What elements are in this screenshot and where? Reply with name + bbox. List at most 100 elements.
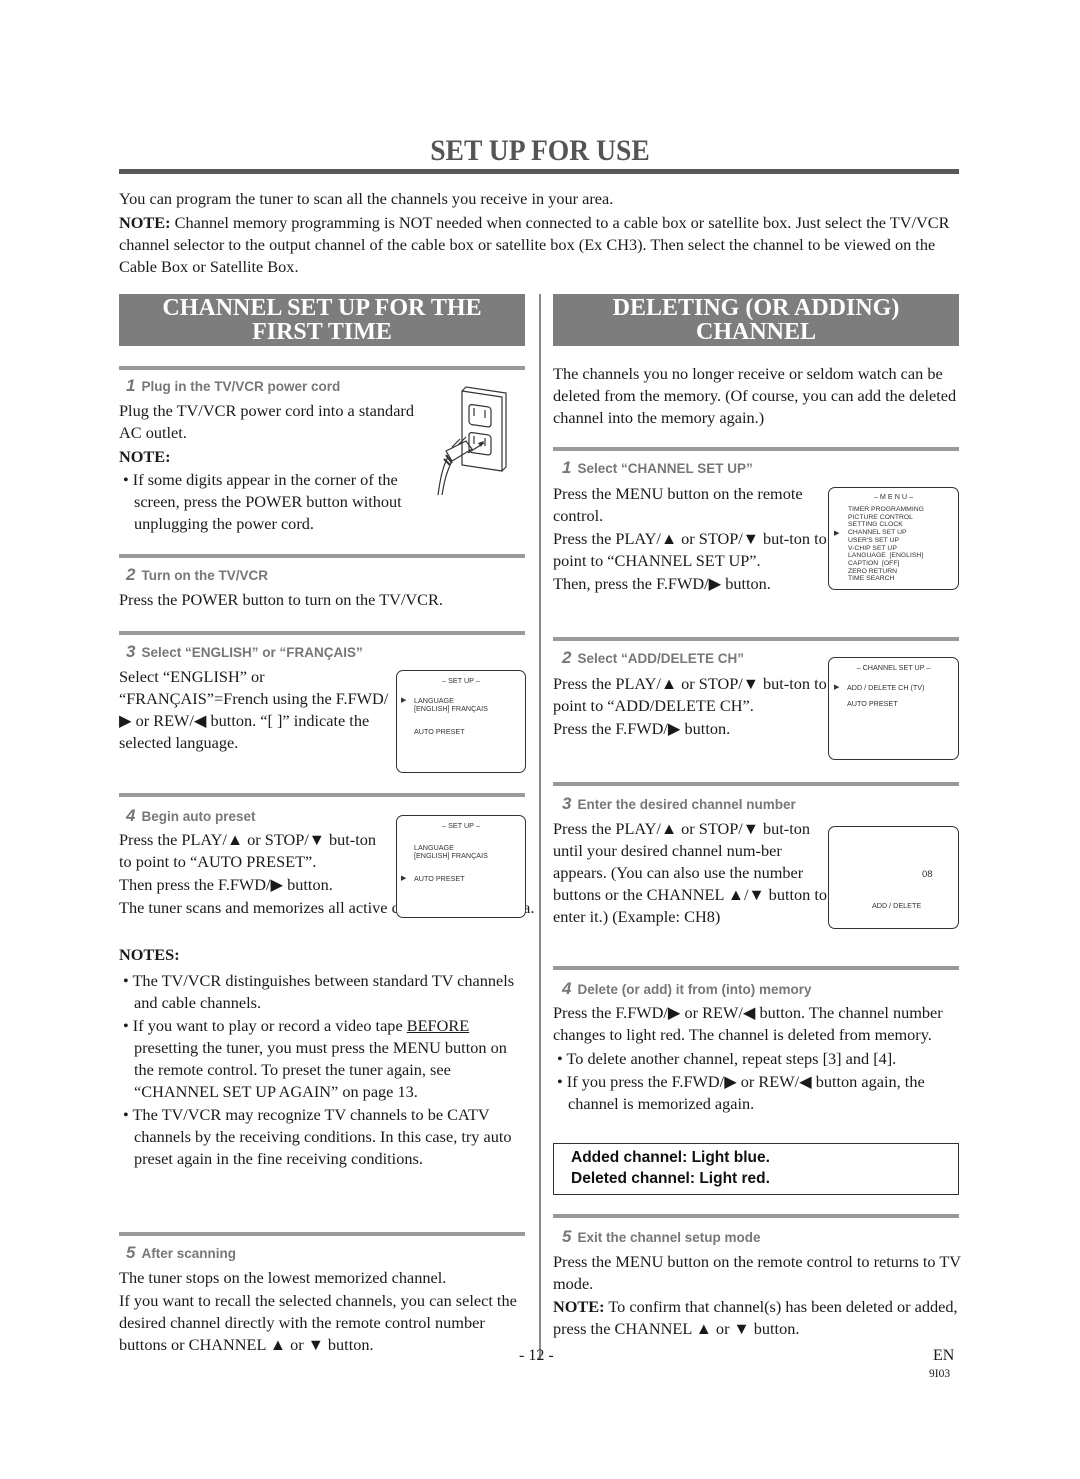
step-number: 5 [126, 1243, 136, 1262]
header-line-2: CHANNEL [695, 319, 816, 345]
menu-item: TIMER PROGRAMMING [848, 506, 924, 513]
step-title: Plug in the TV/VCR power cord [141, 379, 341, 394]
menu-item-auto-preset: AUTO PRESET [414, 727, 465, 736]
menu-item-auto-preset: AUTO PRESET [414, 874, 465, 883]
right-step2-heading: 2 Select “ADD/DELETE CH” [562, 648, 744, 668]
menu-item: V-CHIP SET UP [848, 544, 897, 552]
left-step4-body: Press the PLAY/▲ or STOP/▼ but-ton to po… [119, 829, 534, 920]
header-line-2: FIRST TIME [252, 319, 392, 345]
bullet-1: • To delete another channel, repeat step… [557, 1049, 897, 1068]
note-text-post: presetting the tuner, you must press the… [134, 1038, 507, 1101]
step-divider [553, 447, 959, 451]
cursor-icon: ▶ [834, 530, 840, 537]
cursor-icon: ▶ [401, 697, 407, 704]
right-step1-body: Press the MENU button on the remote cont… [553, 483, 828, 596]
left-step5-body: The tuner stops on the lowest memorized … [119, 1267, 531, 1357]
menu-item: SETTING CLOCK [848, 521, 903, 529]
step-title: Delete (or add) it from (into) memory [577, 982, 812, 997]
note-bullet-2: • If you want to play or record a video … [123, 1016, 507, 1101]
channel-number: 08 [922, 869, 933, 880]
section-header-deleting-channel: DELETING (OR ADDING) CHANNEL [553, 294, 959, 346]
right-step2-body: Press the PLAY/▲ or STOP/▼ but-ton to po… [553, 673, 828, 741]
step-divider [119, 554, 525, 558]
left-notes: NOTES: • The TV/VCR distinguishes betwee… [119, 944, 529, 1171]
step-divider [119, 631, 525, 635]
menu-item-auto-preset: AUTO PRESET [847, 699, 898, 708]
step-text: Press the PLAY/▲ or STOP/▼ but-ton until… [553, 819, 828, 926]
step-note: NOTE: To confirm that channel(s) has bee… [553, 1296, 963, 1340]
step-title: Select “ENGLISH” or “FRANÇAIS” [141, 645, 363, 660]
menu-item-language-value: [ENGLISH] FRANÇAIS [414, 851, 488, 860]
left-step1-body: Plug the TV/VCR power cord into a standa… [119, 400, 419, 536]
setup-screen-auto-preset: – SET UP – LANGUAGE [ENGLISH] FRANÇAIS ▶… [396, 815, 526, 918]
left-step4-heading: 4 Begin auto preset [126, 806, 256, 826]
step-number: 4 [562, 979, 572, 998]
intro-text: The channels you no longer receive or se… [553, 364, 957, 427]
step-title: Select “ADD/DELETE CH” [577, 651, 744, 666]
step-text: Plug the TV/VCR power cord into a standa… [119, 401, 414, 442]
step-text-2: Then press the F.FWD/▶ button. [119, 875, 333, 894]
deleted-channel-color: Deleted channel: Light red. [571, 1170, 770, 1187]
document-code: 9I03 [929, 1368, 951, 1380]
screen-title: – M E N U – [873, 492, 914, 501]
language-code: EN [933, 1347, 955, 1364]
note-bullet: • If some digits appear in the corner of… [123, 470, 402, 533]
step-divider [553, 782, 959, 786]
step-text-1: Press the PLAY/▲ or STOP/▼ but-ton to po… [553, 674, 827, 715]
right-step3-heading: 3 Enter the desired channel number [562, 794, 796, 814]
step-number: 4 [126, 806, 136, 825]
menu-item: CAPTION [OFF] [848, 559, 900, 567]
step-divider [119, 366, 525, 370]
step-divider [553, 1214, 959, 1218]
bullet-2: • If you press the F.FWD/▶ or REW/◀ butt… [557, 1072, 925, 1113]
left-step2-body: Press the POWER button to turn on the TV… [119, 589, 529, 612]
step-number: 2 [126, 565, 136, 584]
menu-item: PICTURE CONTROL [848, 513, 913, 521]
intro-text: You can program the tuner to scan all th… [119, 189, 614, 208]
step-number: 1 [126, 376, 136, 395]
step-number: 3 [562, 794, 572, 813]
step-divider [553, 966, 959, 970]
step-number: 3 [126, 642, 136, 661]
right-step5-body: Press the MENU button on the remote cont… [553, 1251, 963, 1341]
add-delete-screen: 08 ADD / DELETE [828, 826, 959, 929]
step-title: Select “CHANNEL SET UP” [577, 461, 753, 476]
added-channel-color: Added channel: Light blue. [571, 1149, 770, 1166]
step-text-1: Press the PLAY/▲ or STOP/▼ but-ton to po… [119, 830, 377, 871]
right-step4-body: Press the F.FWD/▶ or REW/◀ button. The c… [553, 1002, 963, 1116]
note-text-underlined: BEFORE [406, 1016, 470, 1035]
menu-item-add-delete: ADD / DELETE CH (TV) [847, 683, 925, 692]
step-text-2: Press the PLAY/▲ or STOP/▼ but-ton to po… [553, 529, 827, 570]
intro-block: You can program the tuner to scan all th… [119, 188, 964, 280]
step-text-2: If you want to recall the selected chann… [119, 1291, 517, 1354]
bullet-text: If you press the F.FWD/▶ or REW/◀ button… [566, 1072, 925, 1113]
menu-item: CHANNEL SET UP [848, 529, 907, 537]
step-divider [553, 637, 959, 641]
note-label: NOTE: [119, 447, 171, 466]
header-line-1: CHANNEL SET UP FOR THE [162, 295, 482, 321]
title-rule [119, 169, 959, 174]
menu-list: TIMER PROGRAMMING PICTURE CONTROL SETTING … [848, 506, 924, 583]
step-text: Press the POWER button to turn on the TV… [119, 590, 443, 609]
step-title: Begin auto preset [141, 809, 256, 824]
step-title: Turn on the TV/VCR [141, 568, 268, 583]
bullet-text: To delete another channel, repeat steps … [566, 1049, 897, 1068]
screen-title: – SET UP – [442, 676, 480, 685]
note-text: The TV/VCR distinguishes between standar… [132, 971, 515, 1012]
add-delete-label: ADD / DELETE [872, 901, 922, 910]
channel-color-legend: Added channel: Light blue. Deleted chann… [553, 1143, 959, 1195]
step-number: 2 [562, 648, 572, 667]
notes-label: NOTES: [119, 945, 180, 964]
step-number: 5 [562, 1227, 572, 1246]
step-text-3: Then, press the F.FWD/▶ button. [553, 574, 771, 593]
section-header-channel-setup: CHANNEL SET UP FOR THE FIRST TIME [119, 294, 525, 346]
page-number: - 12 - [519, 1347, 554, 1364]
screen-title: – CHANNEL SET UP – [856, 663, 931, 672]
menu-item: ZERO RETURN [848, 567, 898, 575]
step-divider [119, 1232, 525, 1236]
step-text: Press the F.FWD/▶ or REW/◀ button. The c… [553, 1003, 943, 1044]
channel-setup-screen: – CHANNEL SET UP – ▶ ADD / DELETE CH (TV… [828, 657, 959, 760]
menu-screen: – M E N U – ▶ TIMER PROGRAMMING PICTURE C… [828, 487, 959, 590]
menu-item: LANGUAGE [ENGLISH] [848, 552, 924, 560]
right-step3-body: Press the PLAY/▲ or STOP/▼ but-ton until… [553, 818, 828, 929]
